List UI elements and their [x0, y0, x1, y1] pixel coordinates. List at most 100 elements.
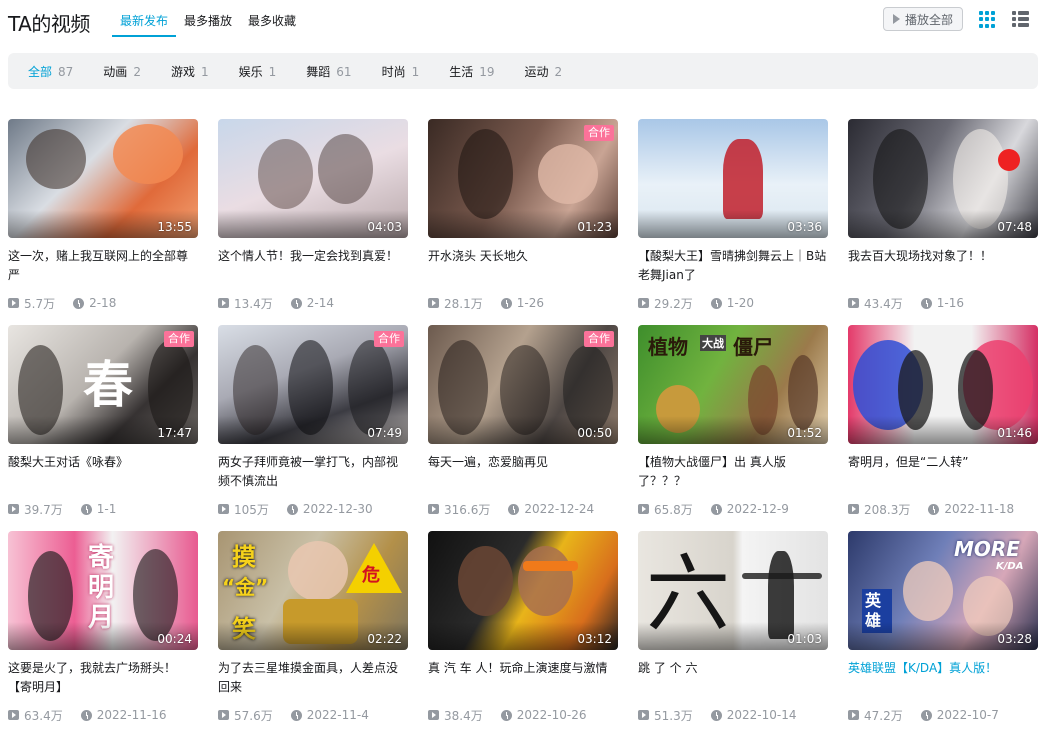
video-title[interactable]: 【酸梨大王】雪晴拂剑舞云上｜B站老舞Jian了: [638, 247, 828, 285]
video-card: 合作 01:23 开水浇头 天长地久 28.1万 1-26: [428, 119, 618, 325]
video-thumbnail[interactable]: MORE K/DA 英雄 03:28: [848, 531, 1038, 650]
video-title[interactable]: 为了去三星堆摸金面具，人差点没回来: [218, 659, 408, 697]
video-thumbnail[interactable]: 六 01:03: [638, 531, 828, 650]
video-meta: 13.4万 2-14: [218, 295, 408, 311]
video-title[interactable]: 寄明月，但是“二人转”: [848, 453, 1038, 491]
play-count-icon: [848, 298, 859, 308]
filter-entertainment[interactable]: 娱乐 1: [231, 63, 285, 80]
video-duration: 01:46: [997, 426, 1032, 440]
play-all-label: 播放全部: [904, 12, 953, 27]
play-count-icon: [428, 504, 439, 514]
tab-most-favorited[interactable]: 最多收藏: [240, 13, 304, 33]
video-title[interactable]: 这个情人节！我一定会找到真爱！: [218, 247, 408, 285]
video-title[interactable]: 真 汽 车 人！玩命上演速度与激情: [428, 659, 618, 697]
tab-most-played[interactable]: 最多播放: [176, 13, 240, 33]
video-thumbnail[interactable]: 春 合作 17:47: [8, 325, 198, 444]
video-meta: 43.4万 1-16: [848, 295, 1038, 311]
video-thumbnail[interactable]: 04:03: [218, 119, 408, 238]
video-thumbnail[interactable]: 寄明月 00:24: [8, 531, 198, 650]
play-count: 29.2万: [654, 296, 693, 311]
play-count-icon: [638, 504, 649, 514]
video-title[interactable]: 每天一遍，恋爱脑再见: [428, 453, 618, 491]
video-title[interactable]: 开水浇头 天长地久: [428, 247, 618, 285]
clock-icon: [710, 709, 722, 721]
clock-icon: [710, 297, 722, 309]
video-thumbnail[interactable]: 合作 01:23: [428, 119, 618, 238]
clock-icon: [500, 297, 512, 309]
clock-icon: [80, 503, 92, 515]
video-duration: 03:28: [997, 632, 1032, 646]
video-thumbnail[interactable]: 合作 07:49: [218, 325, 408, 444]
video-thumbnail[interactable]: 07:48: [848, 119, 1038, 238]
video-title[interactable]: 两女子拜师竟被一掌打飞，内部视频不慎流出: [218, 453, 408, 491]
video-duration: 00:24: [157, 632, 192, 646]
filter-fashion[interactable]: 时尚 1: [374, 63, 428, 80]
clock-icon: [80, 709, 92, 721]
filter-all[interactable]: 全部 87: [20, 63, 81, 80]
video-title[interactable]: 跳 了 个 六: [638, 659, 828, 697]
publish-date: 2-18: [89, 296, 117, 310]
list-view-icon[interactable]: [1012, 11, 1029, 28]
video-thumbnail[interactable]: 03:12: [428, 531, 618, 650]
video-title[interactable]: 【植物大战僵尸】出 真人版了？？？: [638, 453, 828, 491]
video-meta: 63.4万 2022-11-16: [8, 707, 198, 723]
video-thumbnail[interactable]: 植物 大战 僵尸 01:52: [638, 325, 828, 444]
filter-game[interactable]: 游戏 1: [163, 63, 217, 80]
publish-date: 1-1: [96, 502, 117, 516]
video-thumbnail[interactable]: 摸 “金” 笑 危 02:22: [218, 531, 408, 650]
filter-life[interactable]: 生活 19: [441, 63, 502, 80]
video-card: 春 合作 17:47 酸梨大王对话《咏春》 39.7万 1-1: [8, 325, 198, 531]
video-meta: 28.1万 1-26: [428, 295, 618, 311]
publish-date: 1-26: [516, 296, 544, 310]
page-title: TA的视频: [8, 12, 90, 36]
video-title[interactable]: 这要是火了，我就去广场掰头！【寄明月】: [8, 659, 198, 697]
tab-latest[interactable]: 最新发布: [112, 13, 177, 37]
video-title[interactable]: 英雄联盟【K/DA】真人版！: [848, 659, 1038, 697]
video-title[interactable]: 酸梨大王对话《咏春》: [8, 453, 198, 491]
play-count-icon: [638, 298, 649, 308]
video-card: 03:36 【酸梨大王】雪晴拂剑舞云上｜B站老舞Jian了 29.2万 1-20: [638, 119, 828, 325]
video-card: 合作 00:50 每天一遍，恋爱脑再见 316.6万 2022-12-24: [428, 325, 618, 531]
publish-date: 2022-12-9: [726, 502, 789, 516]
video-meta: 29.2万 1-20: [638, 295, 828, 311]
video-thumbnail[interactable]: 01:46: [848, 325, 1038, 444]
video-duration: 01:03: [787, 632, 822, 646]
category-filter-bar: 全部 87 动画 2 游戏 1 娱乐 1 舞蹈 61 时尚 1 生活 19 运动 2: [8, 53, 1038, 89]
video-duration: 07:48: [997, 220, 1032, 234]
publish-date: 2022-11-4: [306, 708, 369, 722]
play-count-icon: [8, 504, 19, 514]
thumbnail-text: 大战: [700, 335, 726, 351]
filter-dance[interactable]: 舞蹈 61: [298, 63, 359, 80]
clock-icon: [286, 503, 298, 515]
video-thumbnail[interactable]: 13:55: [8, 119, 198, 238]
publish-date: 2022-10-14: [726, 708, 797, 722]
publish-date: 1-16: [936, 296, 964, 310]
video-duration: 01:52: [787, 426, 822, 440]
play-count: 43.4万: [864, 296, 903, 311]
thumbnail-text: MORE: [954, 537, 1020, 561]
play-count-icon: [428, 298, 439, 308]
filter-animation[interactable]: 动画 2: [95, 63, 149, 80]
publish-date: 2022-10-7: [936, 708, 999, 722]
clock-icon: [508, 503, 520, 515]
play-all-button[interactable]: 播放全部: [883, 7, 963, 31]
publish-date: 2022-12-24: [524, 502, 595, 516]
video-thumbnail[interactable]: 合作 00:50: [428, 325, 618, 444]
publish-date: 2022-11-18: [944, 502, 1015, 516]
video-title[interactable]: 我去百大现场找对象了！！: [848, 247, 1038, 285]
clock-icon: [290, 297, 302, 309]
thumbnail-text: 春: [83, 355, 133, 414]
video-meta: 208.3万 2022-11-18: [848, 501, 1038, 517]
play-count-icon: [848, 504, 859, 514]
video-thumbnail[interactable]: 03:36: [638, 119, 828, 238]
clock-icon: [500, 709, 512, 721]
play-count: 105万: [234, 502, 269, 517]
sort-tabs: 最新发布 最多播放 最多收藏: [112, 13, 304, 37]
video-duration: 04:03: [367, 220, 402, 234]
thumbnail-text: 寄明月: [88, 543, 115, 633]
filter-sports[interactable]: 运动 2: [517, 63, 571, 80]
publish-date: 2022-10-26: [516, 708, 587, 722]
video-title[interactable]: 这一次，赌上我互联网上的全部尊严: [8, 247, 198, 285]
grid-view-icon[interactable]: [979, 11, 996, 28]
play-count-icon: [638, 710, 649, 720]
